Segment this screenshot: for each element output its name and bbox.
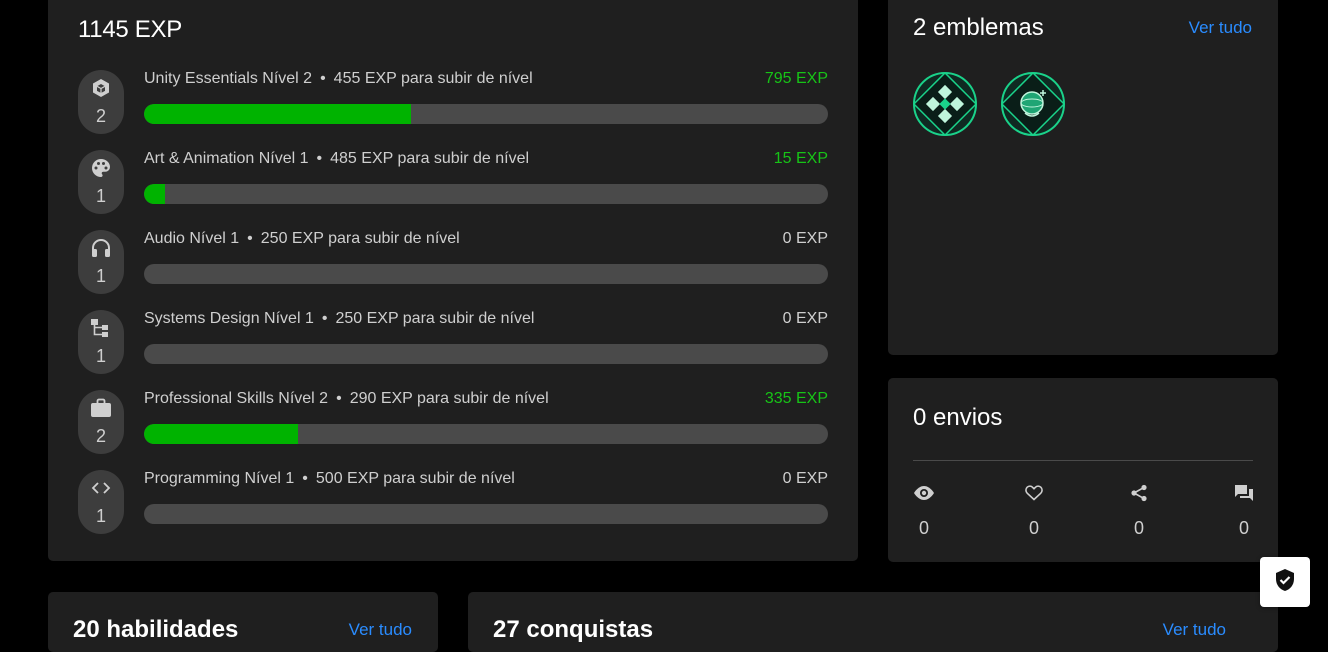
skill-row: 1 Systems Design Nível 1 • 250 EXP para sub… xyxy=(78,310,828,374)
skill-level-number: 2 xyxy=(95,426,106,446)
skill-row: 1 Programming Nível 1 • 500 EXP para subir … xyxy=(78,470,828,534)
skill-label: Unity Essentials Nível 2 • 455 EXP para su… xyxy=(144,70,533,88)
skill-progress-bar xyxy=(144,344,828,364)
emblem-diamond-grid-icon[interactable] xyxy=(912,71,978,137)
skill-name: Art & Animation Nível 1 xyxy=(144,150,309,167)
skill-exp-to-next: 290 EXP para subir de nível xyxy=(349,390,549,407)
skills-title: 20 habilidades xyxy=(73,616,239,643)
emblems-see-all-link[interactable]: Ver tudo xyxy=(1189,18,1252,38)
skill-label: Systems Design Nível 1 • 250 EXP para subi… xyxy=(144,310,534,328)
skill-progress-fill xyxy=(144,424,298,444)
skill-level-number: 1 xyxy=(95,346,106,366)
comments-stat: 0 xyxy=(1224,482,1264,539)
shield-check-icon xyxy=(1275,568,1295,597)
separator-dot: • xyxy=(321,310,328,327)
skill-progress-fill xyxy=(144,104,411,124)
skill-name: Professional Skills Nível 2 xyxy=(144,390,329,407)
skill-level-number: 1 xyxy=(95,266,106,286)
likes-stat: 0 xyxy=(1014,482,1054,539)
separator-dot: • xyxy=(316,150,323,167)
skill-level-number: 2 xyxy=(95,106,106,126)
likes-count: 0 xyxy=(1028,518,1039,538)
skill-exp-to-next: 500 EXP para subir de nível xyxy=(315,470,515,487)
achievements-title: 27 conquistas xyxy=(493,616,654,643)
skill-label: Audio Nível 1 • 250 EXP para subir de níve… xyxy=(144,230,460,248)
share-icon xyxy=(1119,482,1159,504)
heart-icon xyxy=(1014,482,1054,504)
achievements-card: 27 conquistas Ver tudo xyxy=(468,592,1278,652)
emblems-card: 2 emblemas Ver tudo xyxy=(888,0,1278,355)
skill-level-badge: 2 xyxy=(78,390,124,454)
skill-level-number: 1 xyxy=(95,186,106,206)
shares-count: 0 xyxy=(1133,518,1144,538)
separator-dot: • xyxy=(247,230,253,247)
hierarchy-icon xyxy=(78,318,124,338)
skill-level-number: 1 xyxy=(95,506,106,526)
skill-progress-fill xyxy=(144,184,165,204)
skill-level-badge: 1 xyxy=(78,470,124,534)
unity-cube-icon xyxy=(78,78,124,98)
skill-progress-bar xyxy=(144,424,828,444)
views-count: 0 xyxy=(918,518,929,538)
skills-see-all-link[interactable]: Ver tudo xyxy=(349,620,412,640)
skill-level-badge: 1 xyxy=(78,310,124,374)
skills-card: 20 habilidades Ver tudo xyxy=(48,592,438,652)
comments-count: 0 xyxy=(1238,518,1249,538)
skill-level-badge: 1 xyxy=(78,230,124,294)
skill-row: 2 Unity Essentials Nível 2 • 455 EXP para s… xyxy=(78,70,828,134)
palette-icon xyxy=(78,158,124,178)
code-icon xyxy=(78,478,124,498)
skill-progress-bar xyxy=(144,264,828,284)
headphones-icon xyxy=(78,238,124,258)
skill-row: 1 Audio Nível 1 • 250 EXP para subir de nív… xyxy=(78,230,828,294)
skill-label: Art & Animation Nível 1 • 485 EXP para sub… xyxy=(144,150,529,168)
skill-name: Unity Essentials Nível 2 xyxy=(144,70,313,87)
shares-stat: 0 xyxy=(1119,482,1159,539)
skill-exp-value: 795 EXP xyxy=(764,70,828,87)
skill-exp-to-next: 455 EXP para subir de nível xyxy=(333,70,533,87)
separator-dot: • xyxy=(336,390,342,407)
exp-total-title: 1145 EXP xyxy=(78,16,182,43)
skill-name: Systems Design Nível 1 xyxy=(144,310,314,327)
briefcase-icon xyxy=(78,398,124,418)
skill-level-badge: 1 xyxy=(78,150,124,214)
skill-exp-to-next: 250 EXP para subir de nível xyxy=(260,230,460,247)
skill-progress-bar xyxy=(144,104,828,124)
skill-label: Programming Nível 1 • 500 EXP para subir d… xyxy=(144,470,515,488)
skill-label: Professional Skills Nível 2 • 290 EXP para… xyxy=(144,390,549,408)
views-stat: 0 xyxy=(904,482,944,539)
exp-card: 1145 EXP 2 Unity Essentials Nível 2 • 455 E… xyxy=(48,0,858,561)
comments-icon xyxy=(1224,482,1264,504)
skill-progress-bar xyxy=(144,504,828,524)
submissions-card: 0 envios 0 0 0 0 xyxy=(888,378,1278,562)
emblems-title: 2 emblemas xyxy=(913,14,1044,41)
eye-icon xyxy=(904,482,944,504)
separator-dot: • xyxy=(302,470,308,487)
skill-exp-to-next: 485 EXP para subir de nível xyxy=(330,150,530,167)
skill-name: Audio Nível 1 xyxy=(144,230,240,247)
skill-level-badge: 2 xyxy=(78,70,124,134)
submissions-title: 0 envios xyxy=(913,404,1003,431)
skill-exp-value: 15 EXP xyxy=(773,150,828,167)
privacy-shield-button[interactable] xyxy=(1260,557,1310,607)
skill-exp-to-next: 250 EXP para subir de nível xyxy=(335,310,535,327)
separator-dot: • xyxy=(320,70,326,87)
skill-row: 1 Art & Animation Nível 1 • 485 EXP para su… xyxy=(78,150,828,214)
skill-row: 2 Professional Skills Nível 2 • 290 EXP par… xyxy=(78,390,828,454)
skill-progress-bar xyxy=(144,184,828,204)
skill-exp-value: 0 EXP xyxy=(782,310,828,327)
emblem-globe-icon[interactable] xyxy=(1000,71,1066,137)
divider xyxy=(913,460,1253,461)
skill-exp-value: 0 EXP xyxy=(782,230,828,247)
skill-name: Programming Nível 1 xyxy=(144,470,295,487)
skill-exp-value: 335 EXP xyxy=(764,390,828,407)
achievements-see-all-link[interactable]: Ver tudo xyxy=(1163,620,1226,640)
skill-exp-value: 0 EXP xyxy=(782,470,828,487)
